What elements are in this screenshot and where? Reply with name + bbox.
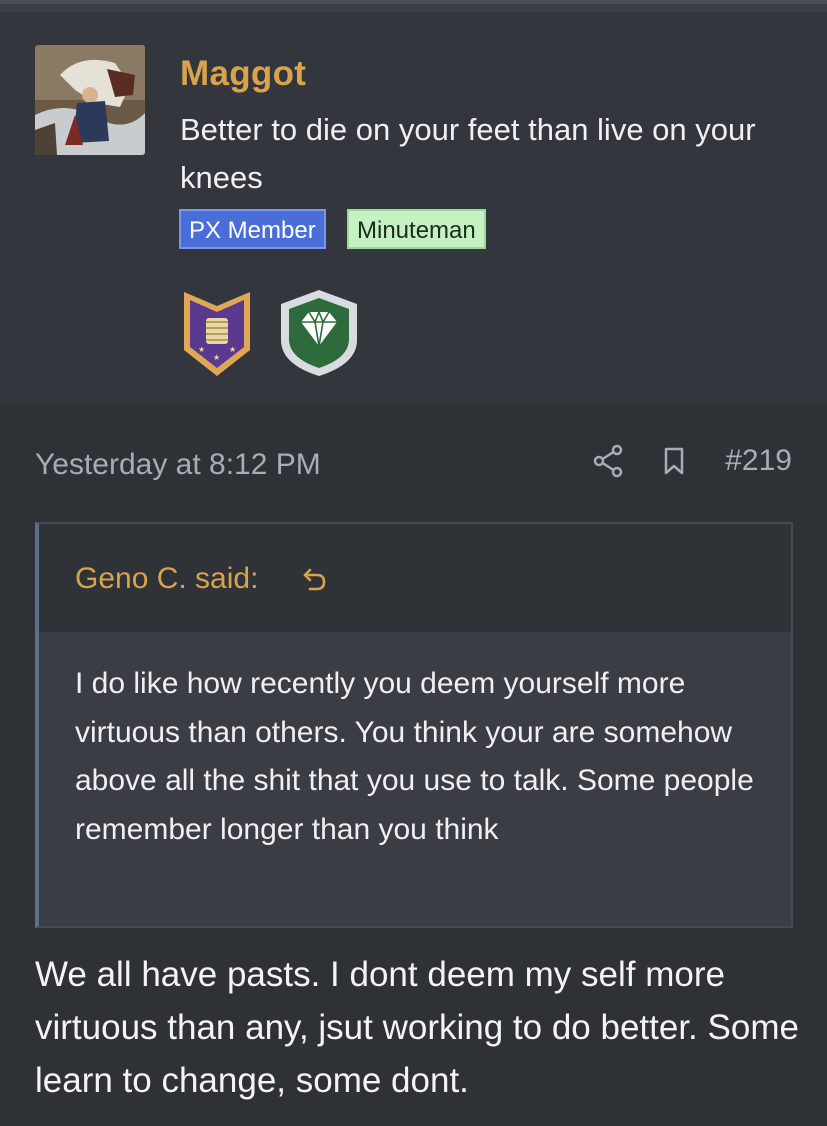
user-title: Better to die on your feet than live on …	[180, 112, 756, 195]
post-date[interactable]: Yesterday at 8:12 PM	[35, 448, 321, 482]
user-avatar[interactable]	[35, 45, 145, 155]
banner-minuteman: Minuteman	[347, 209, 486, 249]
armor-vest-shield-icon[interactable]: ★ ★ ★	[182, 288, 252, 380]
quote-header: Geno C. said:	[39, 524, 791, 632]
quote-author-link[interactable]: Geno C. said:	[75, 562, 258, 596]
avatar-painting-image	[35, 45, 145, 155]
post-number[interactable]: #219	[725, 444, 792, 478]
svg-text:★: ★	[198, 345, 205, 354]
quote-block: Geno C. said: I do like how recently you…	[35, 522, 793, 928]
post-actions: #219	[593, 444, 792, 478]
post: Yesterday at 8:12 PM #219 Geno C. said: …	[0, 404, 827, 1126]
share-icon[interactable]	[593, 444, 623, 478]
message-user-block: Maggot Better to die on your feet than l…	[0, 12, 827, 404]
go-to-quote-arrow-icon[interactable]	[302, 566, 328, 592]
diamond-shield-icon[interactable]	[277, 288, 361, 378]
bookmark-icon[interactable]	[663, 446, 685, 476]
quote-text: I do like how recently you deem yourself…	[75, 667, 754, 846]
banner-px-member: PX Member	[179, 209, 326, 249]
svg-text:★: ★	[213, 353, 220, 362]
username[interactable]: Maggot	[180, 54, 306, 94]
top-divider	[0, 0, 827, 12]
svg-text:★: ★	[229, 345, 236, 354]
post-message: We all have pasts. I dont deem my self m…	[35, 955, 799, 1100]
